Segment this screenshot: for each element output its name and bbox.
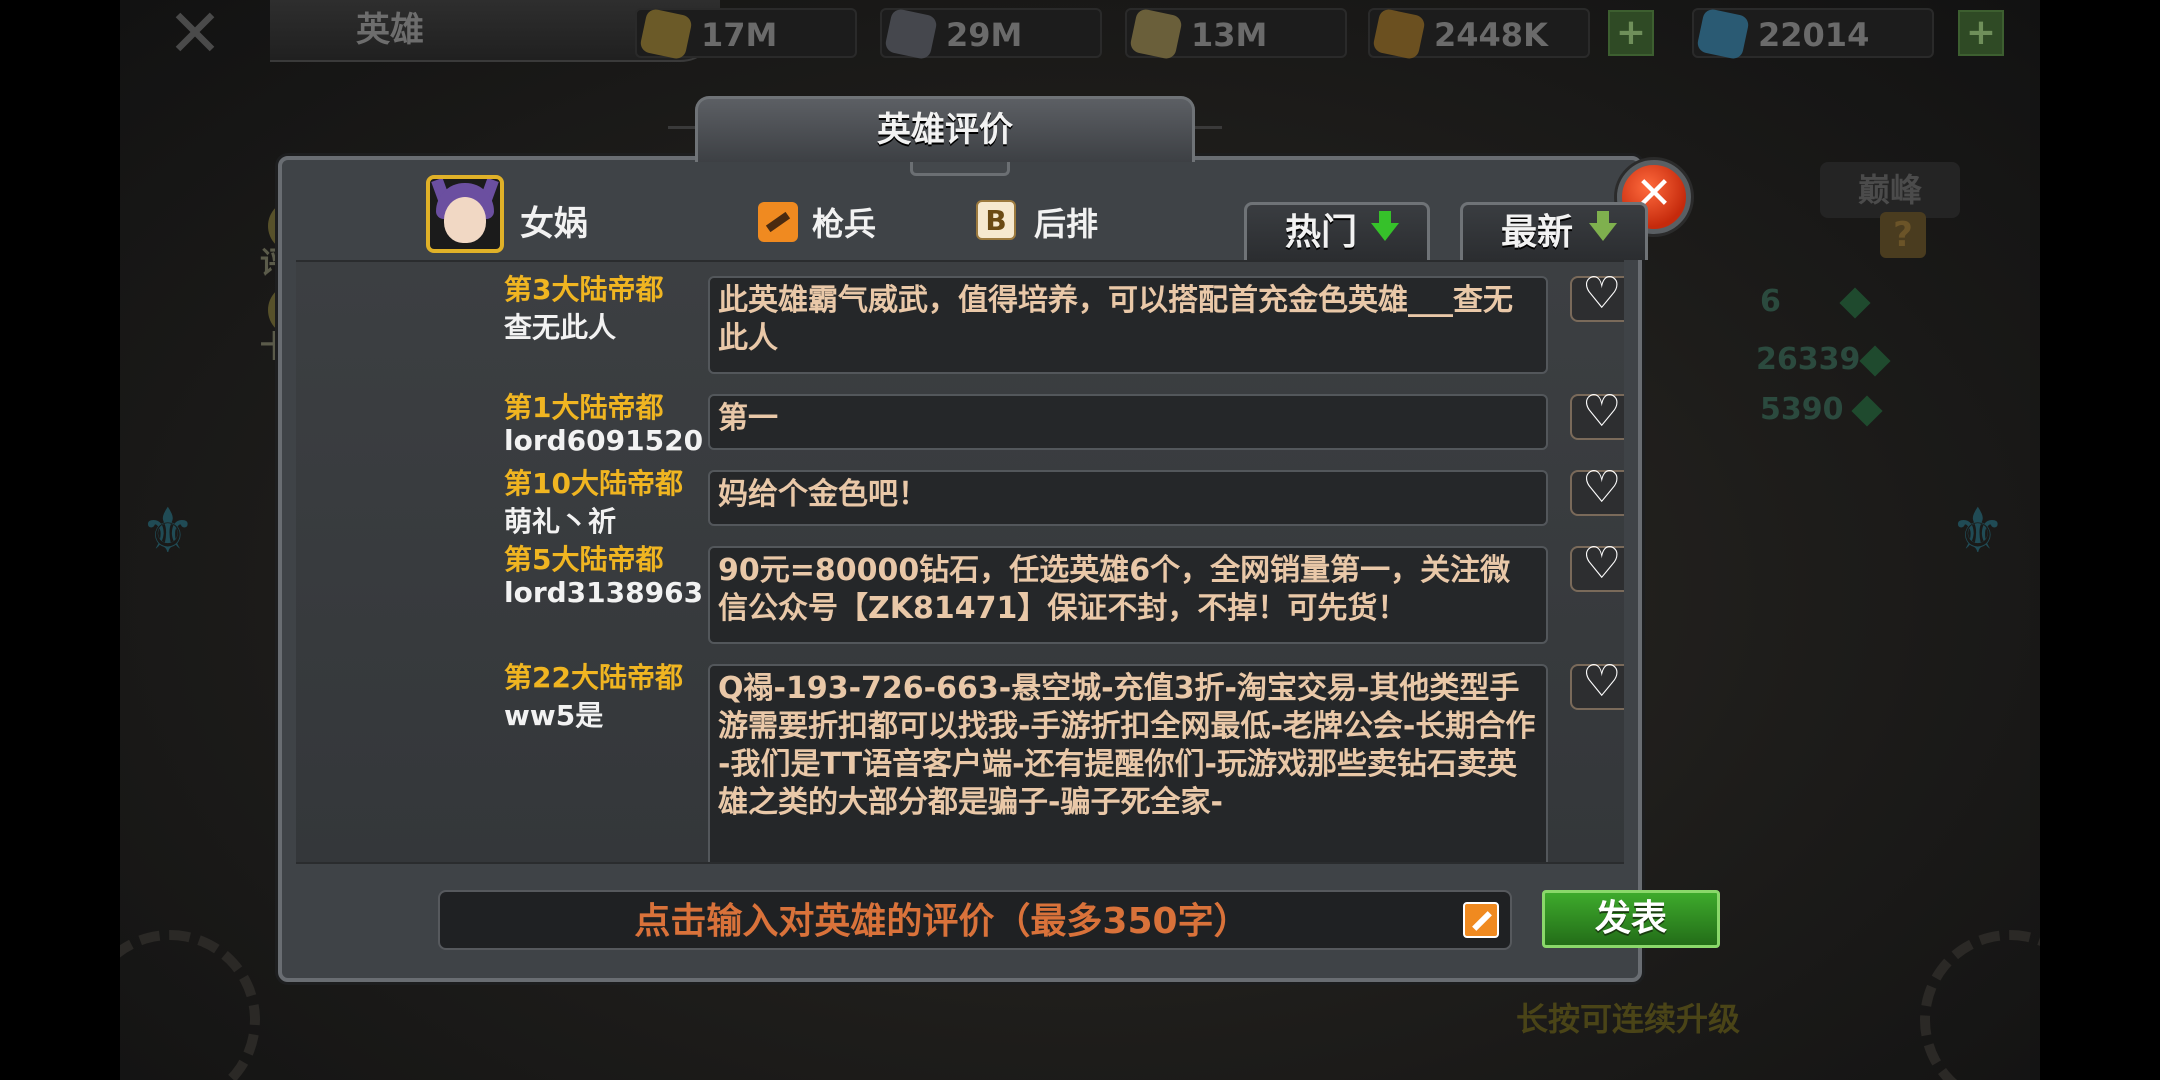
bg-hint-hold: 长按可连续升级 (1515, 1000, 1740, 1038)
heart-icon: ♡ (1582, 386, 1622, 437)
position-icon: B (976, 200, 1016, 240)
left-arrow-icon: ⚜ (140, 494, 196, 567)
help-icon: ? (1880, 212, 1926, 258)
comment-user: 查无此人 (504, 311, 617, 344)
diamond-icon (1695, 7, 1751, 61)
tab-hot[interactable]: 热门 (1244, 202, 1430, 260)
post-button[interactable]: 发表 (1542, 890, 1720, 948)
resource-gold-value: 17M (701, 16, 778, 54)
bg-stat-3: 5390 (1760, 392, 1844, 427)
add-diamond-button[interactable]: + (1958, 10, 2004, 56)
comment-text: 90元=80000钻石，任选英雄6个，全网销量第一，关注微信公众号【ZK8147… (708, 546, 1548, 644)
like-button[interactable]: ♡ 19 (1570, 542, 1624, 592)
tab-latest-label: 最新 (1501, 212, 1574, 253)
bg-stat-2: 26339 (1756, 342, 1861, 377)
gun-icon (758, 202, 798, 242)
resource-gold: 17M (635, 7, 857, 61)
dialog-title: 英雄评价 (695, 96, 1195, 162)
right-arrow-icon: ⚜ (1950, 494, 2006, 567)
gold-ore-icon (638, 7, 694, 61)
heart-icon: ♡ (1582, 538, 1622, 589)
tab-latest[interactable]: 最新 (1460, 202, 1648, 260)
resource-amber: 2448K (1368, 7, 1590, 61)
comment-text: 此英雄霸气威武，值得培养，可以搭配首充金色英雄___查无此人 (708, 276, 1548, 374)
bg-gear-left (120, 930, 260, 1080)
heart-icon: ♡ (1582, 656, 1622, 707)
amber-ore-icon (1371, 7, 1427, 61)
resource-crystal: 13M (1125, 7, 1347, 61)
review-input-wrap (438, 890, 1512, 950)
crystal-ore-icon (1128, 7, 1184, 61)
hero-position: 后排 (1034, 205, 1099, 243)
resource-diamond: 22014 (1692, 7, 1934, 61)
comment-text: 妈给个金色吧！ (708, 470, 1548, 526)
pencil-icon[interactable] (1463, 902, 1499, 938)
heart-icon: ♡ (1582, 268, 1622, 319)
bg-stat-gem-2 (1859, 345, 1891, 377)
resource-diamond-value: 22014 (1758, 16, 1870, 54)
tab-hot-label: 热门 (1285, 212, 1358, 253)
bg-tab-peak: 巅峰 (1820, 162, 1960, 218)
hero-role: 枪兵 (812, 205, 877, 243)
like-button[interactable]: ♡ 16 (1570, 660, 1624, 710)
resource-iron-value: 29M (946, 16, 1023, 54)
top-bar: ✕ 英雄 17M 29M 13M 2448K + 22014 + (120, 0, 2040, 67)
comment-user: ww5是 (504, 699, 604, 732)
like-button[interactable]: ♡ 68 (1570, 272, 1624, 322)
arrow-down-icon (1589, 211, 1617, 241)
like-button[interactable]: ♡ 50 (1570, 466, 1624, 516)
bg-stat-gem-1 (1839, 287, 1871, 319)
comment-text: Q禢-193-726-663-悬空城-充值3折-淘宝交易-其他类型手游需要折扣都… (708, 664, 1548, 862)
heart-icon: ♡ (1582, 462, 1622, 513)
back-close-icon[interactable]: ✕ (160, 1, 230, 67)
review-input[interactable] (440, 892, 1444, 950)
comment-user: lord3138963 (504, 576, 704, 609)
bg-stat-1: 6 (1760, 284, 1781, 319)
resource-crystal-value: 13M (1191, 16, 1268, 54)
like-button[interactable]: ♡ 58 (1570, 390, 1624, 440)
iron-ore-icon (883, 7, 939, 61)
add-resource-button[interactable]: + (1608, 10, 1654, 56)
resource-iron: 29M (880, 7, 1102, 61)
comment-server: 第22大陆帝都 (504, 661, 683, 694)
bg-gear-right (1920, 930, 2040, 1080)
comment-list[interactable]: 第3大陆帝都 查无此人 此英雄霸气威武，值得培养，可以搭配首充金色英雄___查无… (296, 260, 1624, 864)
comment-server: 第1大陆帝都 (504, 391, 664, 424)
bg-stat-gem-3 (1851, 395, 1883, 427)
resource-amber-value: 2448K (1434, 16, 1548, 54)
comment-text: 第一 (708, 394, 1548, 450)
comment-user: 萌礼丶祈 (504, 505, 617, 538)
comment-server: 第10大陆帝都 (504, 467, 683, 500)
comment-server: 第3大陆帝都 (504, 273, 664, 306)
arrow-down-icon (1371, 211, 1399, 241)
comment-user: lord6091520 (504, 424, 704, 457)
comment-server: 第5大陆帝都 (504, 543, 664, 576)
hero-name: 女娲 (520, 204, 588, 244)
hero-avatar (426, 175, 504, 253)
